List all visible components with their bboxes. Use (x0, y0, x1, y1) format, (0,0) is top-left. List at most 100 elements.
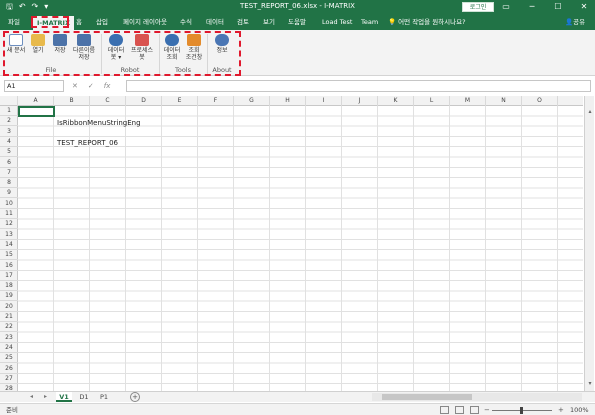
row-header-7[interactable]: 7 (0, 168, 18, 178)
column-header-a[interactable]: A (18, 96, 54, 106)
row-header-8[interactable]: 8 (0, 178, 18, 189)
row-header-15[interactable]: 15 (0, 250, 18, 261)
horizontal-scrollbar[interactable] (372, 393, 582, 401)
row-header-13[interactable]: 13 (0, 230, 18, 240)
column-header-j[interactable]: J (342, 96, 378, 106)
formula-input[interactable] (126, 80, 591, 92)
column-header-o[interactable]: O (522, 96, 558, 106)
row-header-16[interactable]: 16 (0, 261, 18, 271)
row-header-18[interactable]: 18 (0, 281, 18, 292)
row-header-6[interactable]: 6 (0, 158, 18, 168)
formula-bar: A1 ✕ ✓ fx (0, 79, 595, 93)
row-header-2[interactable]: 2 (0, 116, 18, 127)
row-header-9[interactable]: 9 (0, 188, 18, 199)
row-header-26[interactable]: 26 (0, 364, 18, 374)
enter-icon[interactable]: ✓ (88, 80, 94, 92)
page-break-view-icon[interactable] (470, 406, 479, 414)
row-header-23[interactable]: 23 (0, 333, 18, 343)
column-headers: ABCDEFGHIJKLMNO (0, 96, 583, 106)
normal-view-icon[interactable] (440, 406, 449, 414)
cancel-icon[interactable]: ✕ (72, 80, 78, 92)
prev-sheet-icon[interactable]: ◂ (30, 392, 33, 402)
vertical-scrollbar[interactable]: ▴ ▾ (584, 96, 594, 391)
column-header-k[interactable]: K (378, 96, 414, 106)
scroll-down-icon[interactable]: ▾ (586, 380, 594, 387)
spreadsheet-grid[interactable]: ABCDEFGHIJKLMNO 1 2 3 4 5 6 7 8 9 10 11 12 13 14 15 16 1… (0, 96, 583, 391)
select-all-corner[interactable] (0, 96, 18, 106)
tab-data[interactable]: 데이터 (206, 17, 224, 27)
sheet-tab-v1[interactable]: V1 (56, 392, 72, 402)
sheet-tab-d1[interactable]: D1 (76, 392, 92, 402)
tab-page-layout[interactable]: 페이지 레이아웃 (123, 17, 167, 27)
column-header-l[interactable]: L (414, 96, 450, 106)
row-header-5[interactable]: 5 (0, 147, 18, 158)
horizontal-scroll-thumb[interactable] (382, 394, 472, 400)
tab-home[interactable]: 홈 (76, 17, 82, 27)
zoom-out-icon[interactable]: − (484, 405, 490, 415)
column-header-h[interactable]: H (270, 96, 306, 106)
row-header-10[interactable]: 10 (0, 199, 18, 209)
person-icon: 👤 (565, 18, 574, 26)
cell-b4[interactable]: TEST_REPORT_06 (57, 139, 118, 147)
row-header-4[interactable]: 4 (0, 137, 18, 147)
formula-tools: ✕ ✓ fx (72, 80, 110, 92)
row-header-21[interactable]: 21 (0, 312, 18, 322)
ribbon-display-icon[interactable]: ▭ (499, 0, 513, 14)
login-button[interactable]: 로그인 (462, 2, 494, 12)
tab-help[interactable]: 도움말 (288, 17, 306, 27)
column-header-e[interactable]: E (162, 96, 198, 106)
row-header-12[interactable]: 12 (0, 219, 18, 230)
cell-b2[interactable]: IsRibbonMenuStringEng (57, 119, 141, 127)
row-header-25[interactable]: 25 (0, 353, 18, 364)
zoom-slider-thumb[interactable] (520, 407, 523, 414)
row-header-27[interactable]: 27 (0, 374, 18, 384)
column-header-n[interactable]: N (486, 96, 522, 106)
tab-insert[interactable]: 삽입 (96, 17, 108, 27)
row-header-1[interactable]: 1 (0, 106, 18, 116)
share-button[interactable]: 👤공유 (565, 17, 585, 27)
row-header-3[interactable]: 3 (0, 127, 18, 137)
tab-load-test[interactable]: Load Test (322, 17, 352, 27)
row-header-22[interactable]: 22 (0, 322, 18, 333)
ribbon-tab-bar: 파일 I-MATRIX 홈 삽입 페이지 레이아웃 수식 데이터 검토 보기 도… (0, 14, 595, 30)
share-label: 공유 (573, 18, 586, 26)
row-header-24[interactable]: 24 (0, 343, 18, 353)
insert-function-icon[interactable]: fx (104, 80, 111, 92)
row-header-14[interactable]: 14 (0, 240, 18, 250)
tab-team[interactable]: Team (361, 17, 378, 27)
name-box[interactable]: A1 (4, 80, 64, 92)
column-header-d[interactable]: D (126, 96, 162, 106)
zoom-in-icon[interactable]: + (558, 405, 564, 415)
selected-cell-outline (18, 106, 55, 117)
next-sheet-icon[interactable]: ▸ (44, 392, 47, 402)
cell-grid[interactable] (18, 106, 583, 391)
zoom-level[interactable]: 100% (570, 405, 589, 415)
tab-review[interactable]: 검토 (237, 17, 249, 27)
row-header-17[interactable]: 17 (0, 271, 18, 281)
row-header-11[interactable]: 11 (0, 209, 18, 219)
column-header-m[interactable]: M (450, 96, 486, 106)
column-header-i[interactable]: I (306, 96, 342, 106)
column-header-f[interactable]: F (198, 96, 234, 106)
sheet-tab-p1[interactable]: P1 (96, 392, 112, 402)
minimize-icon[interactable]: ─ (525, 0, 539, 14)
tab-formulas[interactable]: 수식 (180, 17, 192, 27)
maximize-icon[interactable]: ☐ (551, 0, 565, 14)
close-icon[interactable]: ✕ (577, 0, 591, 14)
tab-view[interactable]: 보기 (263, 17, 275, 27)
row-headers: 1 2 3 4 5 6 7 8 9 10 11 12 13 14 15 16 17 18 19 20 21 22 23 24 2… (0, 106, 18, 391)
column-header-g[interactable]: G (234, 96, 270, 106)
column-header-c[interactable]: C (90, 96, 126, 106)
status-text: 준비 (6, 406, 18, 414)
tell-me-search[interactable]: 💡 어떤 작업을 원하시나요? (388, 17, 466, 27)
page-layout-view-icon[interactable] (455, 406, 464, 414)
column-header-b[interactable]: B (54, 96, 90, 106)
row-header-28[interactable]: 28 (0, 384, 18, 391)
add-sheet-icon[interactable]: + (130, 392, 140, 402)
highlight-box-ribbon (3, 31, 241, 76)
scroll-up-icon[interactable]: ▴ (586, 108, 594, 115)
tab-file[interactable]: 파일 (8, 17, 20, 27)
row-header-19[interactable]: 19 (0, 291, 18, 302)
title-bar: 🖫 ↶ ↷ ▾ TEST_REPORT_06.xlsx - I-MATRIX 로… (0, 0, 595, 14)
row-header-20[interactable]: 20 (0, 302, 18, 312)
